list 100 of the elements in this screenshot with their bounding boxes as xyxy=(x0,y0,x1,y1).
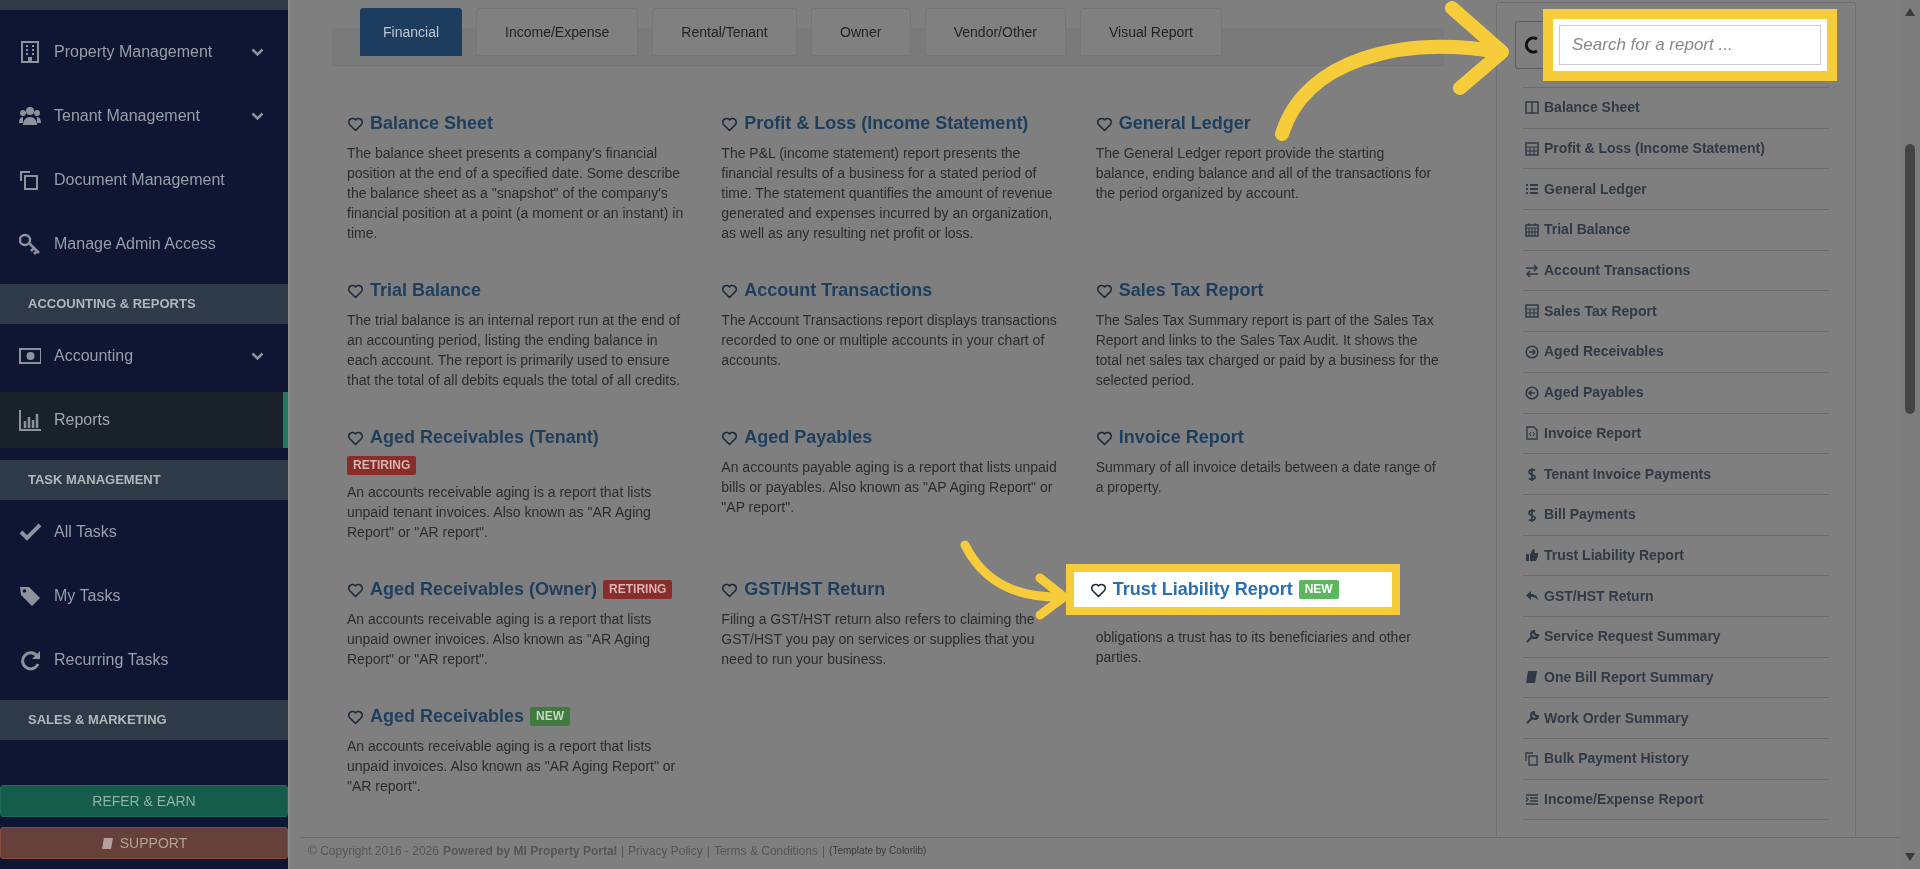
heart-icon xyxy=(1095,282,1113,299)
columns-icon xyxy=(1525,100,1539,115)
report-link[interactable]: Balance Sheet xyxy=(1523,87,1829,128)
report-link[interactable]: Service Request Summary xyxy=(1523,615,1829,657)
heart-icon xyxy=(347,429,364,446)
sidebar-item[interactable]: Property Management xyxy=(0,20,288,84)
report-description: Filing a GST/HST return also refers to claiming the GST/HST you pay on services or supplies that you need to run your business. xyxy=(721,610,1036,669)
calendar-icon xyxy=(1525,222,1539,237)
book-icon xyxy=(100,836,114,850)
heart-icon xyxy=(347,581,364,598)
tab[interactable]: Visual Report xyxy=(1080,8,1222,56)
report-title[interactable]: Aged Receivables (Owner) xyxy=(370,576,598,603)
report-title[interactable]: Aged Payables xyxy=(744,424,873,451)
report-title[interactable]: Aged Receivables xyxy=(370,703,525,730)
section-header: SALES & MARKETING xyxy=(0,700,288,740)
sidebar-item[interactable]: Accounting xyxy=(0,324,288,388)
report-link[interactable]: Tenant Invoice Payments xyxy=(1523,453,1829,494)
refer-button[interactable]: REFER & EARN xyxy=(0,785,288,817)
report-link[interactable]: Income/Expense Report xyxy=(1523,778,1829,820)
report-link[interactable]: Trust Liability Report xyxy=(1523,534,1829,576)
heart-icon xyxy=(721,581,739,598)
sidebar-item[interactable]: My Tasks xyxy=(0,564,288,628)
section-header: ACCOUNTING & REPORTS xyxy=(0,284,288,324)
refresh-icon xyxy=(19,649,41,671)
tab[interactable]: Rental/Tenant xyxy=(652,8,797,56)
report-link[interactable]: Profit & Loss (Income Statement) xyxy=(1523,127,1829,169)
tab[interactable]: Income/Expense xyxy=(476,8,639,56)
report-description: obligations a trust has to its beneficiaries and other parties. xyxy=(1095,628,1412,667)
report-title[interactable]: Trial Balance xyxy=(370,277,482,304)
tag-icon xyxy=(19,585,41,607)
thumbs-up-icon xyxy=(1525,548,1539,563)
credit-text: (Template by Colorlib) xyxy=(829,844,927,858)
scroll-down-icon[interactable] xyxy=(1905,853,1915,861)
heart-icon xyxy=(347,282,364,299)
report-link[interactable]: Sales Tax Report xyxy=(1523,290,1829,332)
section-header: TASK MANAGEMENT xyxy=(0,460,288,500)
report-title[interactable]: Trust Liability Report xyxy=(1112,576,1293,603)
building-icon xyxy=(19,41,41,63)
report-link[interactable]: GST/HST Return xyxy=(1523,575,1829,616)
report-description: Summary of all invoice details between a date range of a property. xyxy=(1095,458,1437,497)
report-link[interactable]: Trial Balance xyxy=(1523,209,1829,250)
status-badge: NEW xyxy=(530,707,571,726)
status-badge: RETIRING xyxy=(347,456,417,475)
report-link[interactable]: General Ledger xyxy=(1523,168,1829,210)
report-link[interactable]: One Bill Report Summary xyxy=(1523,656,1829,698)
report-link[interactable]: Bill Payments xyxy=(1523,493,1829,535)
report-link[interactable]: Aged Receivables xyxy=(1523,331,1829,372)
status-badge: RETIRING xyxy=(603,580,673,599)
report-title[interactable]: GST/HST Return xyxy=(744,576,886,603)
status-badge: NEW xyxy=(1298,580,1339,599)
sidebar-item[interactable]: Reports xyxy=(0,392,288,448)
report-link[interactable]: Aged Payables xyxy=(1523,371,1829,413)
sidebar-item[interactable]: Manage Admin Access xyxy=(0,212,288,276)
report-title[interactable]: Aged Receivables (Tenant) xyxy=(370,424,599,451)
report-description: An accounts receivable aging is a report that lists unpaid owner invoices. Also known as "AR Aging Report" or "AR report". xyxy=(347,610,653,669)
check-icon xyxy=(19,521,41,543)
separator-text: | xyxy=(821,842,826,860)
scroll-thumb[interactable] xyxy=(1905,144,1915,414)
report-link[interactable]: Work Order Summary xyxy=(1523,697,1829,738)
support-button[interactable]: SUPPORT xyxy=(0,827,288,859)
file-icon xyxy=(1525,426,1539,441)
sidebar-item[interactable]: Recurring Tasks xyxy=(0,628,288,692)
report-title[interactable]: General Ledger xyxy=(1118,110,1251,137)
report-link[interactable]: Bulk Payment History xyxy=(1523,738,1829,779)
report-link[interactable]: Account Transactions xyxy=(1523,249,1829,291)
search-field[interactable]: Search for a report ... xyxy=(1559,25,1821,65)
report-title[interactable]: Profit & Loss (Income Statement) xyxy=(744,110,1029,137)
report-title[interactable]: Sales Tax Report xyxy=(1118,277,1264,304)
report-title[interactable]: Balance Sheet xyxy=(370,110,494,137)
sidebar-item[interactable]: Tenant Management xyxy=(0,84,288,148)
heart-icon xyxy=(1089,581,1107,598)
separator-text: | xyxy=(620,842,625,860)
wrench-icon xyxy=(1525,629,1539,644)
sidebar-item[interactable]: All Tasks xyxy=(0,500,288,564)
tab[interactable]: Owner xyxy=(810,8,911,56)
key-icon xyxy=(19,233,41,255)
report-title[interactable]: Invoice Report xyxy=(1118,424,1244,451)
list-icon xyxy=(1525,182,1539,197)
dollar-icon xyxy=(1525,507,1539,522)
report-description: An accounts receivable aging is a report that lists unpaid invoices. Also known as "AR Aging Report" or "AR report". xyxy=(347,737,677,796)
book-icon xyxy=(1525,670,1539,685)
report-description: The balance sheet presents a company's financial position at the end of a specified date. Some describe the balance sheet as a "snapshot" of the company's financial position at a point (a moment or an instant) in time. xyxy=(347,144,685,243)
wrench-icon xyxy=(1525,711,1539,726)
heart-icon xyxy=(721,282,739,299)
heart-icon xyxy=(721,429,739,446)
arrow-circle-icon xyxy=(1525,344,1539,359)
arrow-circle-icon xyxy=(1525,385,1539,400)
tab[interactable]: Vendor/Other xyxy=(924,8,1066,56)
search-button[interactable] xyxy=(1515,21,1543,69)
bar-chart-icon xyxy=(19,409,41,431)
tab[interactable]: Financial xyxy=(360,8,463,56)
copy-icon xyxy=(1525,751,1539,766)
report-link[interactable]: Invoice Report xyxy=(1523,412,1829,454)
report-title[interactable]: Account Transactions xyxy=(744,277,933,304)
separator-text: | xyxy=(706,842,710,860)
report-description: An accounts receivable aging is a report that lists unpaid tenant invoices. Also known as "AR Aging Report" or "AR report". xyxy=(347,483,653,542)
report-description: The Account Transactions report displays transactions recorded to one or multiple accounts in your chart of accounts. xyxy=(721,311,1058,370)
sidebar-item[interactable]: Document Management xyxy=(0,148,288,212)
heart-icon xyxy=(1095,429,1113,446)
scroll-up-icon[interactable] xyxy=(1905,8,1915,16)
